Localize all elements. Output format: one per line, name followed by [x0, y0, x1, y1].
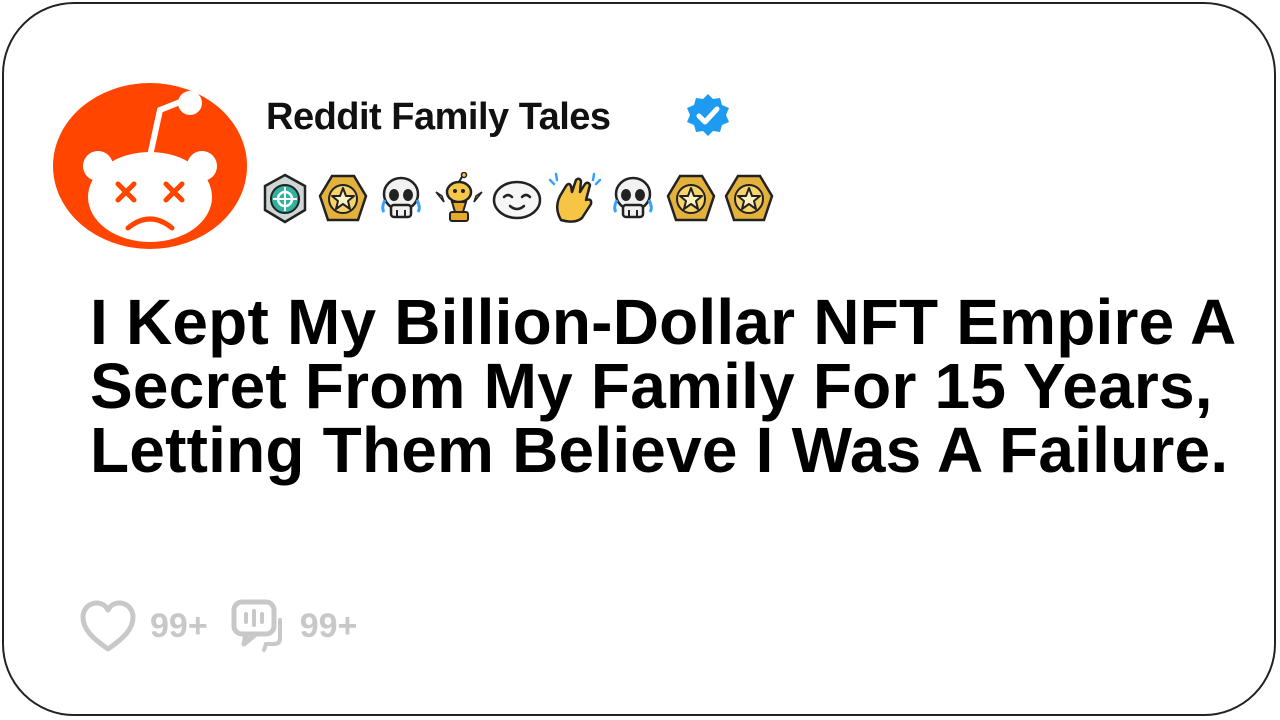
crying-skull-award-icon[interactable] — [374, 172, 428, 226]
helpful-award-icon[interactable] — [258, 172, 312, 226]
channel-name[interactable]: Reddit Family Tales — [266, 96, 611, 139]
gold-star-award-icon[interactable] — [664, 172, 718, 226]
post-title: I Kept My Billion-Dollar NFT Empire A Se… — [90, 286, 1235, 486]
comment-count: 99+ — [299, 606, 358, 645]
smiling-face-award-icon[interactable] — [490, 172, 544, 226]
reddit-snoo-sad-icon[interactable] — [52, 82, 248, 250]
comment-icon[interactable] — [230, 598, 288, 654]
gold-star-award-icon[interactable] — [316, 172, 370, 226]
heart-icon[interactable] — [78, 598, 138, 654]
crying-skull-award-icon[interactable] — [606, 172, 660, 226]
engagement-bar: 99+ 99+ — [78, 596, 379, 656]
gold-star-award-icon[interactable] — [722, 172, 776, 226]
clapping-hands-award-icon[interactable] — [548, 172, 602, 226]
verified-badge-icon — [687, 94, 729, 136]
like-count: 99+ — [150, 606, 208, 645]
post-card: Reddit Family Tales I Kept My Billion-Do… — [2, 2, 1276, 716]
snoo-trophy-award-icon[interactable] — [432, 172, 486, 226]
awards-row — [258, 172, 776, 226]
